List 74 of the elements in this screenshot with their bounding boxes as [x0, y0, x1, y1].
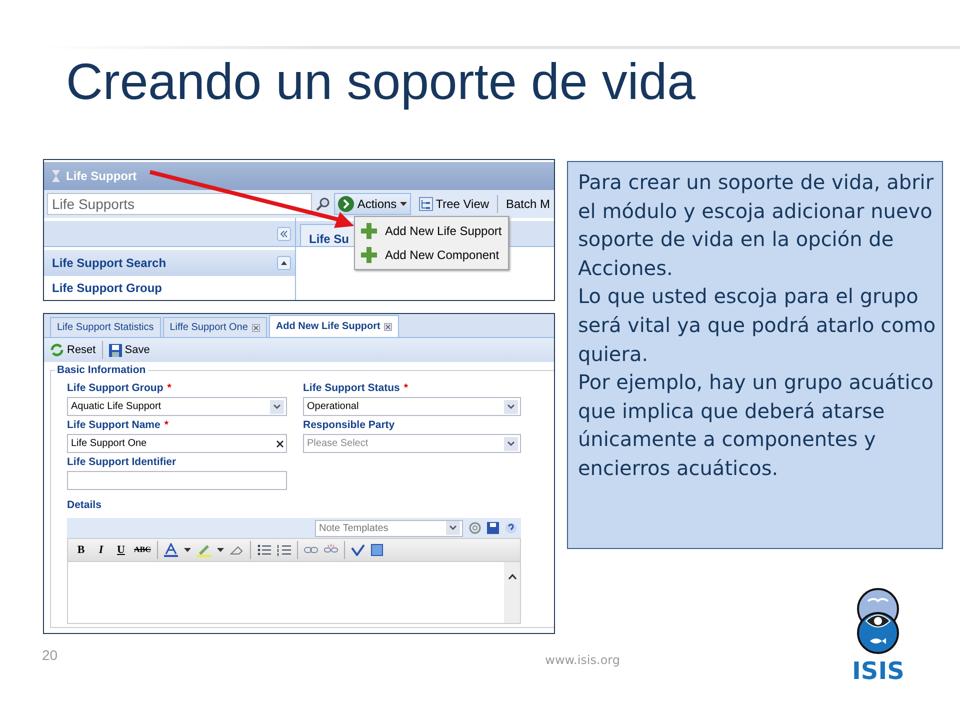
- caret-icon: [216, 548, 224, 552]
- slide-title: Creando un soporte de vida: [66, 52, 696, 112]
- format-button[interactable]: B: [74, 542, 88, 558]
- refresh-icon: [50, 343, 64, 357]
- fullscreen-icon[interactable]: [370, 544, 383, 556]
- tab[interactable]: Add New Life Support: [268, 315, 400, 337]
- field-label: Life Support Group: [67, 381, 164, 396]
- field-label: Life Support Status: [303, 381, 400, 396]
- page-number: 20: [42, 646, 58, 665]
- input-field[interactable]: Life Support One: [67, 434, 287, 453]
- bullet-list-icon[interactable]: [256, 544, 271, 556]
- save-icon: [108, 344, 122, 356]
- clear-icon[interactable]: [276, 440, 284, 448]
- dropdown-icon[interactable]: [504, 400, 518, 414]
- logo-drawing: [856, 587, 900, 655]
- menu-item[interactable]: Add New Component: [357, 243, 506, 267]
- scroll-up-icon[interactable]: [508, 574, 516, 580]
- eraser-icon[interactable]: [230, 544, 244, 556]
- toolbar-button[interactable]: Batch M: [502, 193, 554, 215]
- input-field[interactable]: [67, 471, 287, 490]
- field-label: Details: [67, 498, 102, 513]
- format-button[interactable]: I: [94, 542, 108, 558]
- field-label: Responsible Party: [303, 418, 396, 433]
- search-field[interactable]: Life Supports: [47, 193, 312, 215]
- settings-icon[interactable]: [469, 522, 481, 534]
- chevron-circle-icon: [338, 196, 354, 212]
- dropdown-field[interactable]: Note Templates: [315, 520, 463, 536]
- logo-text: ISIS: [852, 659, 904, 683]
- tree-icon: [418, 197, 433, 211]
- link-icon[interactable]: [304, 546, 318, 554]
- actions-menu-button[interactable]: Actions: [334, 193, 411, 215]
- toolbar-button[interactable]: Save: [108, 342, 150, 358]
- caret-icon: [184, 548, 191, 552]
- callout-paragraph: Lo que usted escoja para el grupo será vital ya que podrá atarlo como quiera.: [578, 283, 936, 368]
- menu-item[interactable]: Add New Life Support: [357, 219, 506, 243]
- sidebar-item[interactable]: Life Support Group: [44, 276, 295, 300]
- toolbar-button[interactable]: Reset: [50, 342, 96, 358]
- field-label: Life Support Identifier: [67, 455, 178, 470]
- close-icon[interactable]: [384, 322, 392, 330]
- required-mark: *: [404, 381, 408, 396]
- caret-icon: [400, 202, 407, 206]
- save-icon[interactable]: [487, 522, 499, 534]
- plus-icon: [361, 247, 377, 263]
- sidebar-header[interactable]: Life Support Search: [44, 250, 295, 276]
- spellcheck-icon[interactable]: [350, 544, 365, 556]
- close-icon[interactable]: [252, 324, 260, 332]
- dropdown-icon[interactable]: [504, 436, 518, 450]
- numbered-list-icon[interactable]: [276, 544, 291, 556]
- dropdown-field[interactable]: Operational: [303, 397, 521, 416]
- required-mark: *: [164, 418, 168, 433]
- format-button[interactable]: ABC: [134, 544, 151, 556]
- dropdown-field[interactable]: Please Select: [303, 434, 521, 453]
- window-title: Life Support: [66, 168, 137, 185]
- collapse-icon[interactable]: [277, 226, 291, 240]
- plus-icon: [361, 223, 377, 239]
- callout-paragraph: Para crear un soporte de vida, abrir el módulo y escoja adicionar nuevo soporte de vida en la opción de Acciones.: [578, 169, 935, 282]
- dropdown-icon[interactable]: [270, 400, 284, 414]
- dropdown-field[interactable]: Aquatic Life Support: [67, 397, 287, 416]
- hourglass-icon: [52, 170, 60, 182]
- field-label: Life Support Name: [67, 418, 160, 433]
- tab[interactable]: Liffe Support One: [162, 317, 267, 337]
- tab[interactable]: Life Support Statistics: [50, 317, 161, 337]
- format-button[interactable]: U: [114, 542, 128, 558]
- callout-paragraph: Por ejemplo, hay un grupo acuático que implica que deberá atarse únicamente a componentes y encierros acuáticos.: [578, 369, 935, 482]
- collapse-icon[interactable]: [277, 256, 291, 270]
- toolbar-button[interactable]: Tree View: [414, 193, 494, 215]
- dropdown-icon[interactable]: [446, 521, 460, 535]
- scrollbar[interactable]: [504, 562, 520, 623]
- website-url: www.isis.org: [545, 652, 620, 669]
- text-color-icon[interactable]: [164, 543, 178, 557]
- required-mark: *: [167, 381, 172, 396]
- help-icon[interactable]: [505, 522, 517, 534]
- search-icon[interactable]: [316, 197, 330, 211]
- sidebar-header-label: Life Support Search: [52, 255, 166, 272]
